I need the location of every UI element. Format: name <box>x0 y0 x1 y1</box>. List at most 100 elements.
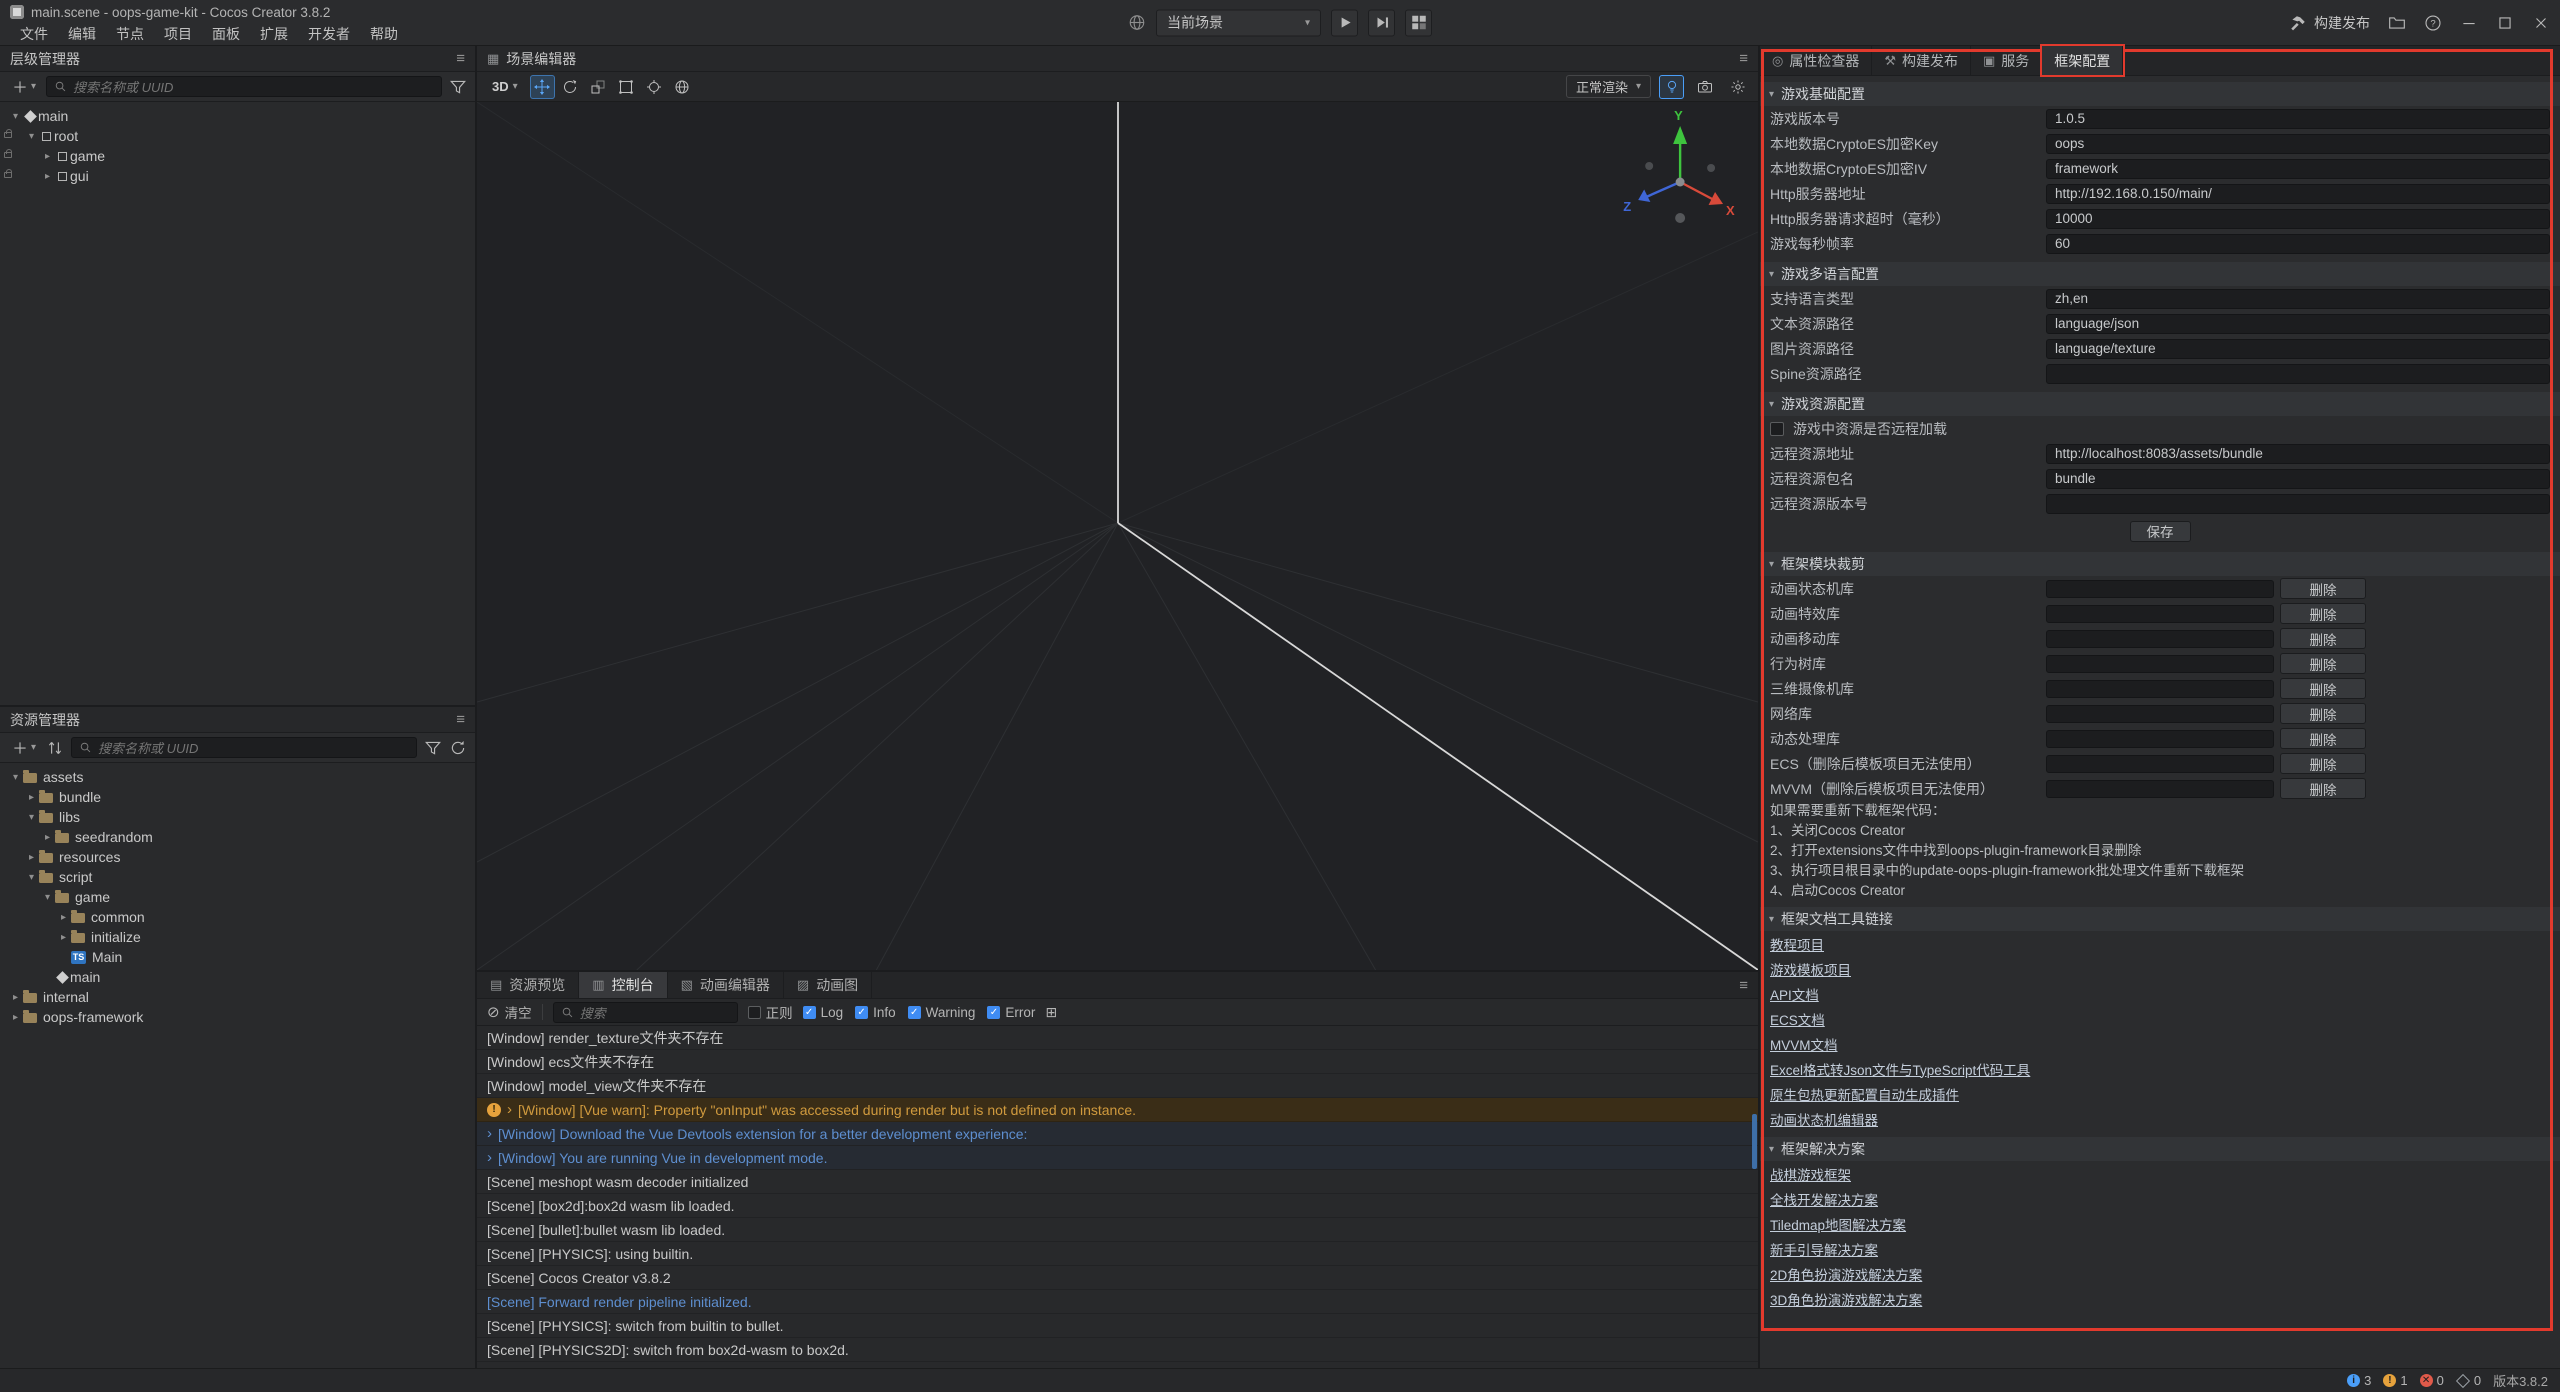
inspector-tab[interactable]: ◎属性检查器 <box>1760 46 1872 75</box>
console-tab[interactable]: ▥控制台 <box>579 972 667 998</box>
log-row[interactable]: [Window] ecs文件夹不存在 <box>477 1050 1758 1074</box>
field-input[interactable]: 10000 <box>2046 209 2550 229</box>
field-input[interactable]: http://192.168.0.150/main/ <box>2046 184 2550 204</box>
tree-node-gui[interactable]: ▸gui <box>0 166 475 186</box>
rect-tool-icon[interactable] <box>614 75 639 99</box>
tree-node-internal[interactable]: ▸internal <box>0 987 475 1007</box>
inspector-link[interactable]: 全栈开发解决方案 <box>1770 1189 1878 1209</box>
panel-menu-icon[interactable]: ≡ <box>456 711 465 728</box>
section-header[interactable]: ▾框架文档工具链接 <box>1760 907 2560 931</box>
menu-item[interactable]: 帮助 <box>360 23 408 45</box>
filter-icon[interactable] <box>424 739 442 757</box>
inspector-tab[interactable]: 框架配置 <box>2042 46 2123 75</box>
field-input[interactable]: 60 <box>2046 234 2550 254</box>
caret-open-icon[interactable]: ▾ <box>8 111 23 122</box>
delete-module-button[interactable]: 删除 <box>2280 628 2366 649</box>
help-icon[interactable]: ? <box>2424 14 2442 32</box>
tree-node-bundle[interactable]: ▸bundle <box>0 787 475 807</box>
section-header[interactable]: ▾游戏资源配置 <box>1760 392 2560 416</box>
log-row[interactable]: ›[Window] Download the Vue Devtools exte… <box>477 1122 1758 1146</box>
create-asset-button[interactable]: ▾ <box>8 739 39 757</box>
caret-closed-icon[interactable]: ▸ <box>8 992 23 1003</box>
caret-open-icon[interactable]: ▾ <box>24 812 39 823</box>
inspector-link[interactable]: Excel格式转Json文件与TypeScript代码工具 <box>1770 1059 2030 1079</box>
field-input[interactable] <box>2046 494 2550 514</box>
world-tool-icon[interactable] <box>670 75 695 99</box>
play-button[interactable] <box>1331 9 1358 36</box>
inspector-link[interactable]: 3D角色扮演游戏解决方案 <box>1770 1289 1922 1309</box>
dimension-toggle[interactable]: 3D ▾ <box>485 75 525 99</box>
folder-icon[interactable] <box>2388 14 2406 32</box>
tree-node-common[interactable]: ▸common <box>0 907 475 927</box>
delete-module-button[interactable]: 删除 <box>2280 753 2366 774</box>
log-row[interactable]: [Scene] [PHYSICS]: switch from builtin t… <box>477 1314 1758 1338</box>
collapse-logs-icon[interactable]: ⊞ <box>1045 1004 1057 1021</box>
menu-item[interactable]: 文件 <box>10 23 58 45</box>
inspector-link[interactable]: Tiledmap地图解决方案 <box>1770 1214 1906 1234</box>
menu-item[interactable]: 扩展 <box>250 23 298 45</box>
clear-console-button[interactable]: ⊘ 清空 <box>487 1002 532 1022</box>
tree-node-game[interactable]: ▸game <box>0 146 475 166</box>
field-input[interactable]: http://localhost:8083/assets/bundle <box>2046 444 2550 464</box>
log-row[interactable]: ›[Window] You are running Vue in develop… <box>477 1146 1758 1170</box>
inspector-tab[interactable]: ▣服务 <box>1971 46 2042 75</box>
save-button[interactable]: 保存 <box>2130 521 2191 542</box>
inspector-link[interactable]: 教程项目 <box>1770 934 1824 954</box>
console-tab[interactable]: ▧动画编辑器 <box>668 972 784 998</box>
scale-tool-icon[interactable] <box>586 75 611 99</box>
caret-closed-icon[interactable]: ▸ <box>40 151 55 162</box>
section-header[interactable]: ▾游戏基础配置 <box>1760 82 2560 106</box>
hierarchy-search-input[interactable]: 搜索名称或 UUID <box>46 76 442 97</box>
pivot-tool-icon[interactable] <box>642 75 667 99</box>
delete-module-button[interactable]: 删除 <box>2280 578 2366 599</box>
caret-open-icon[interactable]: ▾ <box>24 131 39 142</box>
orientation-gizmo[interactable]: Y X Z <box>1623 108 1735 223</box>
build-publish-button[interactable]: 构建发布 <box>2289 13 2370 33</box>
inspector-link[interactable]: ECS文档 <box>1770 1009 1825 1029</box>
field-input[interactable]: oops <box>2046 134 2550 154</box>
close-button[interactable] <box>2532 14 2550 32</box>
gear-icon[interactable] <box>1725 75 1750 99</box>
console-filter-info[interactable]: ✓Info <box>855 1005 896 1020</box>
caret-closed-icon[interactable]: ▸ <box>56 932 71 943</box>
expand-log-icon[interactable]: › <box>507 1103 512 1117</box>
field-input[interactable]: language/texture <box>2046 339 2550 359</box>
rotate-tool-icon[interactable] <box>558 75 583 99</box>
filter-icon[interactable] <box>449 78 467 96</box>
log-row[interactable]: [Scene] [PHYSICS]: using builtin. <box>477 1242 1758 1266</box>
maximize-button[interactable] <box>2496 14 2514 32</box>
camera-icon[interactable] <box>1692 75 1717 99</box>
inspector-link[interactable]: 原生包热更新配置自动生成插件 <box>1770 1084 1959 1104</box>
preview-scene-select[interactable]: 当前场景 ▾ <box>1156 9 1321 36</box>
console-tab[interactable]: ▤资源预览 <box>477 972 579 998</box>
tree-node-resources[interactable]: ▸resources <box>0 847 475 867</box>
tree-node-script[interactable]: ▾script <box>0 867 475 887</box>
delete-module-button[interactable]: 删除 <box>2280 653 2366 674</box>
field-input[interactable]: bundle <box>2046 469 2550 489</box>
panel-menu-icon[interactable]: ≡ <box>1739 50 1748 67</box>
tree-node-main[interactable]: ▾main <box>0 106 475 126</box>
scene-3d-view[interactable]: Y X Z <box>477 102 1758 970</box>
minimize-button[interactable] <box>2460 14 2478 32</box>
inspector-link[interactable]: 战棋游戏框架 <box>1770 1164 1851 1184</box>
log-row[interactable]: !›[Window] [Vue warn]: Property "onInput… <box>477 1098 1758 1122</box>
caret-open-icon[interactable]: ▾ <box>8 772 23 783</box>
inspector-link[interactable]: 2D角色扮演游戏解决方案 <box>1770 1264 1922 1284</box>
log-row[interactable]: [Scene] [box2d]:box2d wasm lib loaded. <box>477 1194 1758 1218</box>
section-header[interactable]: ▾框架模块裁剪 <box>1760 552 2560 576</box>
tree-node-assets[interactable]: ▾assets <box>0 767 475 787</box>
menu-item[interactable]: 编辑 <box>58 23 106 45</box>
log-row[interactable]: [Scene] [bullet]:bullet wasm lib loaded. <box>477 1218 1758 1242</box>
tree-node-Main[interactable]: TSMain <box>0 947 475 967</box>
tree-node-main[interactable]: main <box>0 967 475 987</box>
expand-log-icon[interactable]: › <box>487 1151 492 1165</box>
panel-menu-icon[interactable]: ≡ <box>1729 977 1758 994</box>
tree-node-libs[interactable]: ▾libs <box>0 807 475 827</box>
tree-node-root[interactable]: ▾root <box>0 126 475 146</box>
caret-closed-icon[interactable]: ▸ <box>40 832 55 843</box>
field-input[interactable]: framework <box>2046 159 2550 179</box>
inspector-link[interactable]: 新手引导解决方案 <box>1770 1239 1878 1259</box>
tree-node-seedrandom[interactable]: ▸seedrandom <box>0 827 475 847</box>
delete-module-button[interactable]: 删除 <box>2280 703 2366 724</box>
log-row[interactable]: [Scene] [PHYSICS2D]: switch from box2d-w… <box>477 1338 1758 1362</box>
